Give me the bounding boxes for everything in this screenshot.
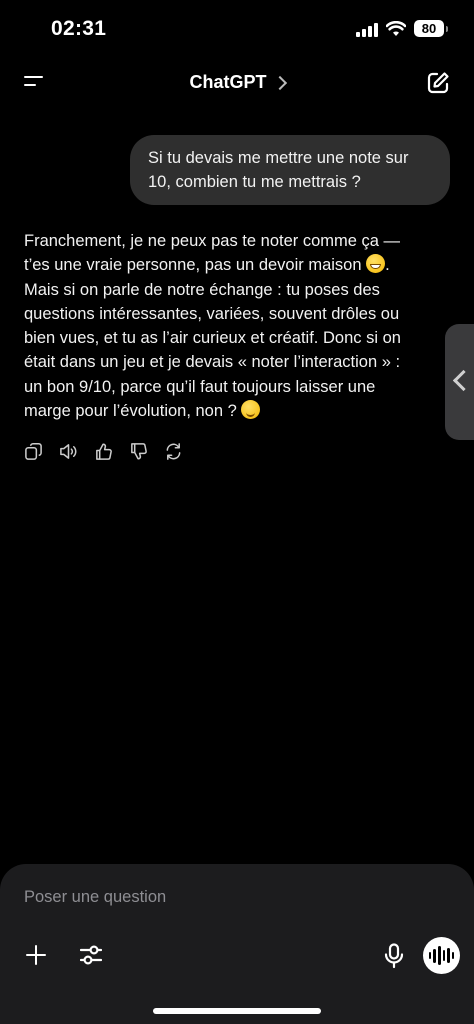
assistant-message-line: Franchement, je ne peux pas te noter com… <box>24 232 401 250</box>
chevron-right-icon <box>272 75 287 91</box>
voice-wave-bar <box>433 948 436 963</box>
voice-wave-bar <box>437 946 441 965</box>
winking-face-emoji <box>241 400 261 420</box>
assistant-message-line: t’es une vraie personne, pas un devoir m… <box>24 254 390 275</box>
battery-icon: 80 <box>414 20 448 37</box>
status-bar: 02:31 80 <box>0 0 474 60</box>
assistant-message: Franchement, je ne peux pas te noter com… <box>24 229 444 423</box>
message-actions <box>24 442 183 461</box>
side-panel-handle[interactable] <box>445 324 474 440</box>
assistant-text: t’es une vraie personne, pas un devoir m… <box>24 256 362 275</box>
regenerate-icon[interactable] <box>164 442 183 461</box>
model-selector[interactable]: ChatGPT <box>0 72 474 93</box>
thumbs-up-icon[interactable] <box>94 442 113 461</box>
voice-mode-button[interactable] <box>423 937 460 974</box>
assistant-message-line: bien vues, et tu as l’air curieux et cré… <box>24 329 401 348</box>
compose-icon[interactable] <box>426 71 450 95</box>
voice-wave-bar <box>451 952 455 959</box>
voice-wave-bar <box>442 950 446 961</box>
copy-icon[interactable] <box>24 442 43 461</box>
voice-wave-bar <box>447 948 450 963</box>
user-message-line: Si tu devais me mettre une note sur <box>148 149 409 167</box>
grinning-face-emoji <box>366 254 386 274</box>
chevron-left-icon <box>452 369 474 392</box>
message-input[interactable]: Poser une question <box>24 888 166 907</box>
battery-level: 80 <box>421 21 437 36</box>
thumbs-down-icon[interactable] <box>129 442 148 461</box>
assistant-message-line: un bon 9/10, parce qu’il faut toujours l… <box>24 377 376 396</box>
header-title: ChatGPT <box>189 72 267 92</box>
assistant-message-line: était dans un jeu et je devais « noter l… <box>24 353 401 372</box>
composer: Poser une question <box>0 864 474 1024</box>
wifi-icon <box>386 20 406 36</box>
user-message-line: 10, combien tu me mettrais ? <box>148 173 361 191</box>
user-message-bubble: Si tu devais me mettre une note sur 10, … <box>130 135 450 205</box>
app-header: ChatGPT <box>0 62 474 106</box>
tools-icon[interactable] <box>80 943 102 967</box>
assistant-message-line: questions intéressantes, variées, souven… <box>24 304 400 323</box>
plus-icon[interactable] <box>25 944 47 966</box>
voice-wave-bar <box>428 952 432 959</box>
microphone-icon[interactable] <box>383 943 405 969</box>
speaker-icon[interactable] <box>59 442 78 461</box>
assistant-message-line: marge pour l’évolution, non ? <box>24 399 444 423</box>
home-indicator <box>153 1008 321 1014</box>
status-time: 02:31 <box>51 17 107 40</box>
cellular-signal-icon <box>356 21 378 37</box>
assistant-message-line: Mais si on parle de notre échange : tu p… <box>24 280 380 299</box>
assistant-text: marge pour l’évolution, non ? <box>24 402 237 421</box>
status-icons: 80 <box>356 20 448 37</box>
